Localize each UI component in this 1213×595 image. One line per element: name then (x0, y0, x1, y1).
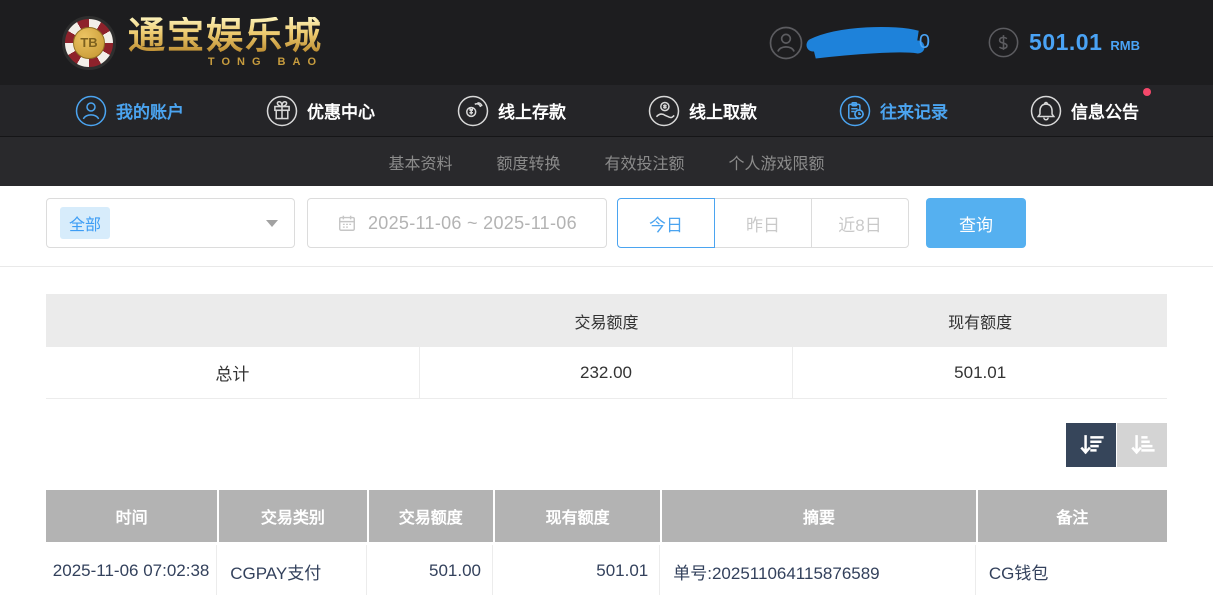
clipboard-clock-icon (839, 95, 871, 127)
main-content: 全部 2025-11-06 ~ 2025-11-06 今日 昨日 近8日 查询 … (0, 186, 1213, 595)
cell-balance: 501.01 (495, 545, 660, 595)
nav-label: 信息公告 (1071, 98, 1139, 123)
subnav-item-basic-info[interactable]: 基本资料 (388, 150, 452, 174)
sort-amount-desc-icon (1078, 432, 1104, 458)
balance-currency: RMB (1110, 32, 1140, 53)
nav-label: 线上存款 (498, 98, 566, 123)
col-header-note: 备注 (978, 490, 1167, 542)
cell-amount: 501.00 (369, 545, 493, 595)
calendar-icon (337, 213, 357, 233)
chevron-down-icon (266, 220, 278, 227)
hand-coin-icon (457, 95, 489, 127)
dollar-circle-icon (988, 27, 1019, 58)
col-header-type: 交易类别 (219, 490, 366, 542)
main-nav: 我的账户 优惠中心 线上存款 (0, 85, 1213, 136)
summary-total-row: 总计 232.00 501.01 (46, 347, 1167, 399)
notification-dot (1143, 88, 1151, 96)
sort-ascending-button[interactable] (1117, 423, 1167, 467)
summary-header-current-amount: 现有额度 (793, 294, 1167, 347)
nav-label: 往来记录 (880, 98, 948, 123)
summary-header-row: 交易额度 现有额度 (46, 294, 1167, 347)
summary-table: 交易额度 现有额度 总计 232.00 501.01 (46, 294, 1167, 399)
range-button-last8days[interactable]: 近8日 (811, 198, 909, 248)
filter-bar: 全部 2025-11-06 ~ 2025-11-06 今日 昨日 近8日 查询 (46, 198, 1167, 248)
summary-transaction-amount: 232.00 (420, 347, 794, 399)
records-header-row: 时间 交易类别 交易额度 现有额度 摘要 备注 (46, 490, 1167, 542)
cell-type: CGPAY支付 (219, 545, 366, 595)
summary-current-amount: 501.01 (793, 347, 1167, 399)
nav-item-my-account[interactable]: 我的账户 (75, 95, 184, 127)
sort-descending-button[interactable] (1066, 423, 1116, 467)
nav-item-announcements[interactable]: 信息公告 (1030, 95, 1139, 127)
records-table: 时间 交易类别 交易额度 现有额度 摘要 备注 2025-11-06 07:02… (46, 490, 1167, 595)
search-button[interactable]: 查询 (926, 198, 1026, 248)
redaction-scribble (805, 23, 927, 63)
transaction-type-select[interactable]: 全部 (46, 198, 295, 248)
bell-icon (1030, 95, 1062, 127)
col-header-amount: 交易额度 (369, 490, 493, 542)
date-range-input[interactable]: 2025-11-06 ~ 2025-11-06 (307, 198, 607, 248)
col-header-summary: 摘要 (662, 490, 976, 542)
summary-header-transaction-amount: 交易额度 (420, 294, 794, 347)
username-display[interactable]: 0 (769, 23, 930, 63)
poker-chip-icon: TB (62, 16, 116, 70)
col-header-balance: 现有额度 (495, 490, 660, 542)
cell-time: 2025-11-06 07:02:38 (46, 545, 217, 595)
hand-money-icon (648, 95, 680, 127)
nav-item-withdraw[interactable]: 线上取款 (648, 95, 757, 127)
nav-label: 优惠中心 (307, 98, 375, 123)
range-button-yesterday[interactable]: 昨日 (714, 198, 812, 248)
nav-item-promotions[interactable]: 优惠中心 (266, 95, 375, 127)
table-row: 2025-11-06 07:02:38 CGPAY支付 501.00 501.0… (46, 545, 1167, 595)
nav-label: 线上取款 (689, 98, 757, 123)
site-logo[interactable]: TB 通宝娱乐城 TONG BAO (62, 16, 323, 70)
cell-note: CG钱包 (978, 545, 1167, 595)
balance-amount: 501.01 (1029, 29, 1102, 56)
quick-range-group: 今日 昨日 近8日 (617, 198, 909, 248)
balance-display: 501.01 RMB (988, 27, 1140, 58)
user-circle-icon (75, 95, 107, 127)
subnav-item-credit-transfer[interactable]: 额度转换 (496, 150, 560, 174)
username-visible-suffix: 0 (919, 31, 930, 54)
cell-summary: 单号:202511064115876589 (662, 545, 976, 595)
site-title: 通宝娱乐城 (128, 17, 323, 54)
summary-header-empty (46, 294, 420, 347)
gift-icon (266, 95, 298, 127)
user-circle-icon (769, 26, 803, 60)
nav-item-deposit[interactable]: 线上存款 (457, 95, 566, 127)
date-range-value: 2025-11-06 ~ 2025-11-06 (368, 213, 577, 234)
site-subtitle: TONG BAO (128, 56, 323, 68)
section-divider (0, 266, 1213, 267)
account-sub-nav: 基本资料 额度转换 有效投注额 个人游戏限额 (0, 136, 1213, 186)
selected-type: 全部 (60, 207, 110, 239)
top-header: TB 通宝娱乐城 TONG BAO 0 (0, 0, 1213, 85)
nav-label: 我的账户 (116, 98, 184, 123)
sort-amount-asc-icon (1129, 432, 1155, 458)
sort-controls (46, 423, 1167, 467)
col-header-time: 时间 (46, 490, 217, 542)
range-button-today[interactable]: 今日 (617, 198, 715, 248)
nav-item-transaction-records[interactable]: 往来记录 (839, 95, 948, 127)
summary-total-label: 总计 (46, 347, 420, 399)
subnav-item-valid-bets[interactable]: 有效投注额 (605, 150, 685, 174)
subnav-item-game-limits[interactable]: 个人游戏限额 (729, 150, 825, 174)
chip-monogram: TB (73, 27, 105, 59)
